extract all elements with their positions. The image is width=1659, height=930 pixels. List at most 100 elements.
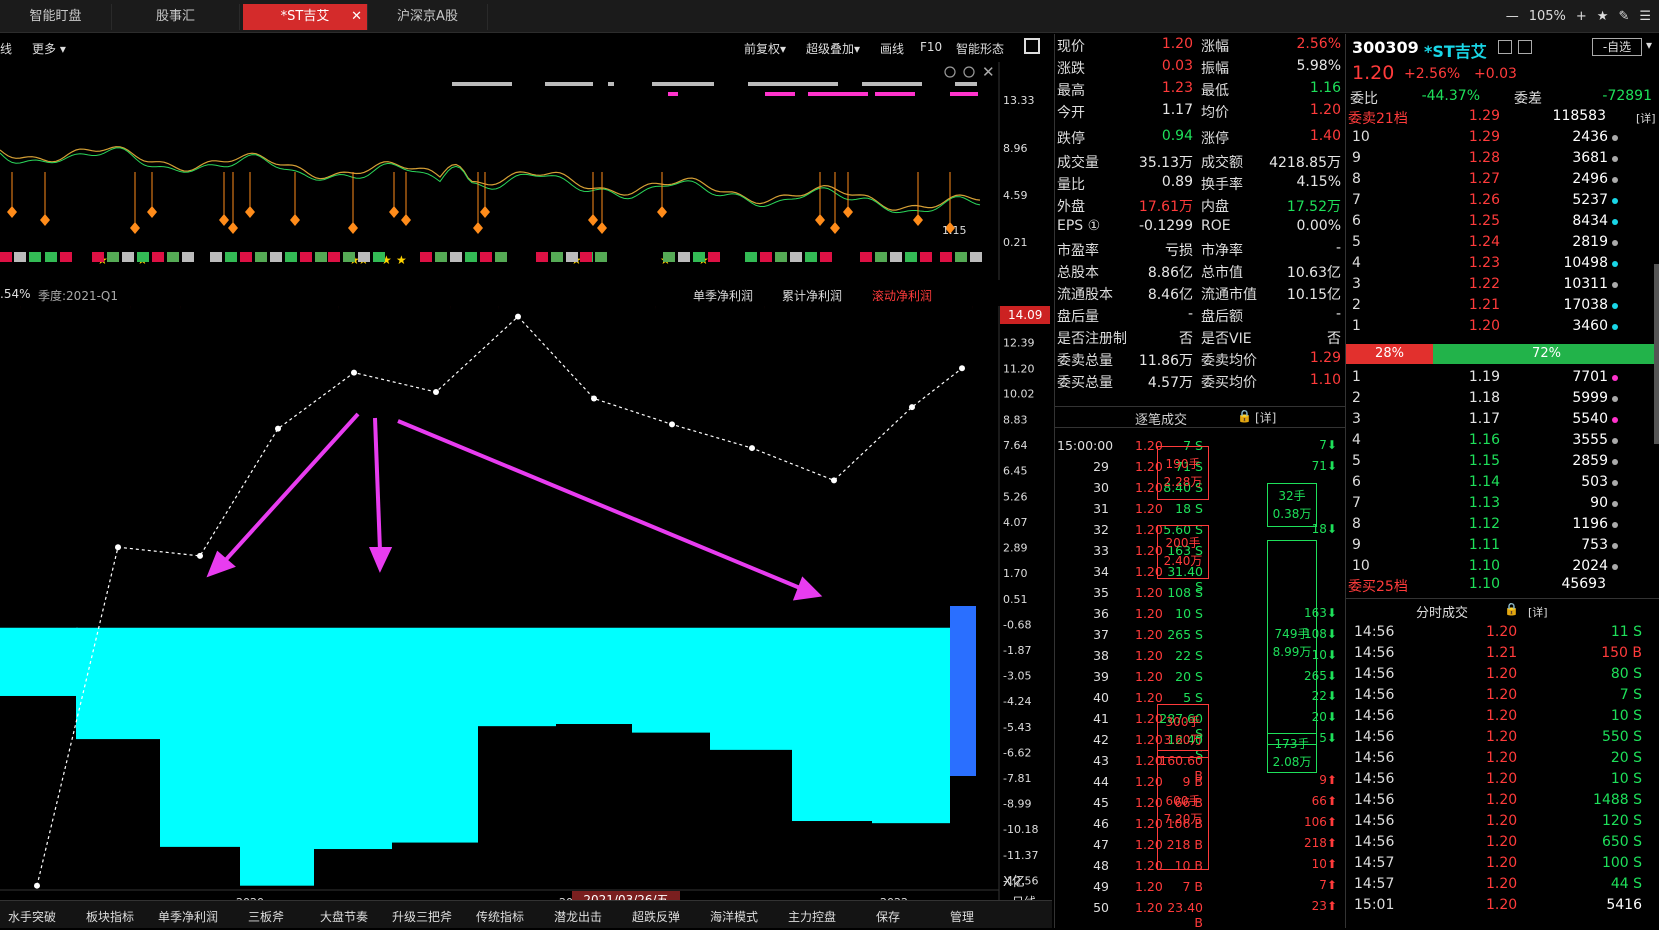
- indicator-tab[interactable]: 主力控盘: [788, 908, 836, 925]
- smart-pattern-button[interactable]: 智能形态: [956, 40, 1004, 57]
- lock-icon[interactable]: 🔒: [1237, 409, 1252, 423]
- minute-detail-link[interactable]: [详]: [1528, 604, 1548, 620]
- ask-level: 1: [1352, 318, 1361, 334]
- adjust-menu[interactable]: 前复权▾: [744, 40, 786, 57]
- tag-chip: [270, 252, 282, 262]
- tag-chip: [435, 252, 447, 262]
- tag-chip: [300, 252, 312, 262]
- minute-trade-price: 1.20: [1486, 666, 1517, 682]
- tick-small-vol: 66⬆: [1293, 794, 1337, 808]
- tag-chip: [745, 252, 757, 262]
- tick-small-vol: 23⬆: [1293, 899, 1337, 913]
- single-quarter-profit-button[interactable]: 单季净利润: [693, 287, 753, 304]
- minute-trade-price: 1.20: [1486, 687, 1517, 703]
- sell-depth-label[interactable]: 委卖21档: [1348, 108, 1408, 128]
- y-tick: -10.18: [1003, 823, 1038, 836]
- bid-level: 5: [1352, 453, 1361, 469]
- tag-chip: [315, 252, 327, 262]
- menu-icon[interactable]: ☰: [1639, 4, 1651, 30]
- quote-value: 1.20: [1115, 36, 1193, 52]
- detail-link[interactable]: [详]: [1255, 409, 1276, 426]
- sell-depth-vol: 118583: [1516, 108, 1606, 124]
- star-icon[interactable]: ★: [1597, 4, 1609, 30]
- layout-icon[interactable]: [1024, 38, 1040, 54]
- kline-chart[interactable]: ★★★★★★★★★ 13.33 8.96 4.59 0.21 1.15 ✕: [0, 62, 1052, 280]
- profit-chart[interactable]: 13.5612.3911.2010.028.837.646.455.264.07…: [0, 306, 1052, 900]
- indicator-tab[interactable]: 超跌反弹: [632, 908, 680, 925]
- ask-level: 10: [1352, 129, 1370, 145]
- indicator-tab[interactable]: 海洋模式: [710, 908, 758, 925]
- tab-a-shares[interactable]: 沪深京A股: [368, 4, 488, 30]
- indicator-tab[interactable]: 升级三把斧: [392, 908, 452, 925]
- close-icon[interactable]: ✕: [982, 63, 995, 81]
- watchlist-button[interactable]: -自选: [1592, 38, 1642, 56]
- bid-price: 1.18: [1456, 390, 1500, 406]
- quote-value: 否: [1115, 328, 1193, 348]
- scrollbar[interactable]: [1654, 264, 1659, 444]
- f10-button[interactable]: F10: [920, 40, 942, 54]
- indicator-tab[interactable]: 单季净利润: [158, 908, 218, 925]
- draw-button[interactable]: 画线: [880, 40, 904, 57]
- bid-price: 1.14: [1456, 474, 1500, 490]
- watchlist-dropdown-icon[interactable]: ▾: [1646, 38, 1652, 52]
- tick-small-vol: 108⬇: [1293, 627, 1337, 641]
- indicator-tab[interactable]: 传统指标: [476, 908, 524, 925]
- close-icon[interactable]: ✕: [351, 4, 362, 30]
- copy-icon[interactable]: [1518, 40, 1532, 54]
- ask-price: 1.20: [1456, 318, 1500, 334]
- line-toggle[interactable]: 线: [0, 40, 12, 57]
- rolling-profit-button[interactable]: 滚动净利润: [872, 287, 932, 304]
- zoom-out-icon[interactable]: —: [1506, 4, 1519, 30]
- annotation-arrows: [210, 414, 818, 598]
- indicator-tab[interactable]: 水手突破: [8, 908, 56, 925]
- profit-bar: [160, 628, 240, 847]
- edit-icon[interactable]: ✎: [1618, 4, 1629, 30]
- quote-value: 11.86万: [1115, 350, 1193, 370]
- tag-chip: [122, 252, 134, 262]
- quote-value: 0.00%: [1255, 218, 1341, 234]
- tag-chip: [167, 252, 179, 262]
- indicator-tab[interactable]: 大盘节奏: [320, 908, 368, 925]
- minute-trade-price: 1.20: [1486, 855, 1517, 871]
- profit-point: [115, 544, 121, 550]
- tab-st-jiai[interactable]: *ST吉艾✕: [243, 4, 368, 30]
- quote-value: 1.16: [1255, 80, 1341, 96]
- bid-price: 1.19: [1456, 369, 1500, 385]
- tab-smart-watch[interactable]: 智能盯盘: [0, 4, 112, 30]
- more-menu[interactable]: 更多 ▾: [32, 40, 66, 57]
- tag-chip: [678, 252, 690, 262]
- bid-level: 6: [1352, 474, 1361, 490]
- ask-price: 1.29: [1456, 129, 1500, 145]
- cumulative-profit-button[interactable]: 累计净利润: [782, 287, 842, 304]
- minute-trade-vol: 44 S: [1546, 876, 1642, 892]
- ask-volume: 2819: [1536, 234, 1608, 250]
- indicator-tab[interactable]: 保存: [876, 908, 900, 925]
- indicator-tab[interactable]: 潜龙出击: [554, 908, 602, 925]
- sell-ratio-bar: 28%: [1346, 344, 1433, 364]
- lock-icon[interactable]: 🔒: [1504, 602, 1519, 616]
- overlay-menu[interactable]: 超级叠加▾: [806, 40, 860, 57]
- profit-bar: [710, 628, 792, 750]
- ask-volume: 10498: [1536, 255, 1608, 271]
- quote-label: 最低: [1201, 80, 1229, 100]
- indicator-tab[interactable]: 三板斧: [248, 908, 284, 925]
- ask-level: 7: [1352, 192, 1361, 208]
- ask-dot: [1612, 303, 1618, 309]
- profit-bar: [0, 628, 78, 696]
- bid-price: 1.15: [1456, 453, 1500, 469]
- minute-trade-price: 1.20: [1486, 708, 1517, 724]
- indicator-tab[interactable]: 板块指标: [86, 908, 134, 925]
- ask-price: 1.26: [1456, 192, 1500, 208]
- tab-stock-events[interactable]: 股事汇: [112, 4, 240, 30]
- ask-price: 1.23: [1456, 255, 1500, 271]
- buy-depth-label[interactable]: 委买25档: [1348, 576, 1408, 596]
- minute-trade-vol: 20 S: [1546, 750, 1642, 766]
- sell-detail-link[interactable]: [详]: [1636, 110, 1656, 126]
- bell-icon[interactable]: [1498, 40, 1512, 54]
- quote-label: 是否VIE: [1201, 328, 1252, 348]
- zoom-in-icon[interactable]: +: [1576, 4, 1587, 30]
- ask-level: 8: [1352, 171, 1361, 187]
- quote-value: -: [1255, 306, 1341, 322]
- indicator-tab[interactable]: 管理: [950, 908, 974, 925]
- tag-chip: [805, 252, 817, 262]
